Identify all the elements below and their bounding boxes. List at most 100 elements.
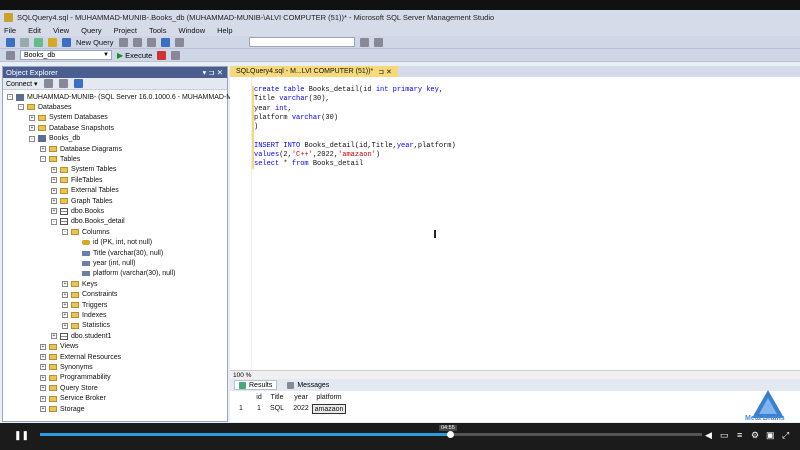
collapse-icon[interactable]: -: [51, 218, 57, 225]
panel-controls[interactable]: ▾ ⊐ ✕: [202, 67, 223, 78]
expand-icon[interactable]: +: [62, 312, 68, 319]
table-cell[interactable]: amazaon: [312, 404, 346, 414]
expand-icon[interactable]: +: [40, 364, 46, 371]
settings-icon[interactable]: ⚙: [751, 430, 759, 441]
expand-icon[interactable]: +: [40, 343, 46, 350]
execute-button[interactable]: ▶ Execute: [117, 51, 152, 60]
cut-icon[interactable]: [118, 37, 128, 47]
menu-file[interactable]: File: [4, 26, 16, 35]
tree-node[interactable]: + Constraints: [62, 290, 117, 300]
column-header[interactable]: id: [252, 393, 266, 403]
collapse-icon[interactable]: -: [7, 94, 13, 100]
forward-icon[interactable]: [20, 37, 29, 47]
paste-icon[interactable]: [146, 37, 156, 47]
redo-icon[interactable]: [174, 37, 184, 47]
expand-icon[interactable]: +: [40, 354, 46, 360]
pip-icon[interactable]: ▣: [766, 430, 775, 441]
search-combo[interactable]: [248, 37, 355, 47]
tree-node[interactable]: + Keys: [62, 279, 98, 289]
volume-icon[interactable]: ◀: [705, 430, 712, 441]
tree-node[interactable]: + Indexes: [62, 310, 107, 320]
table-cell[interactable]: SQL: [269, 404, 285, 414]
expand-icon[interactable]: +: [51, 208, 57, 215]
expand-icon[interactable]: +: [40, 374, 46, 381]
menu-view[interactable]: View: [53, 26, 69, 35]
copy-icon[interactable]: [132, 37, 142, 47]
collapse-icon[interactable]: -: [18, 104, 24, 111]
expand-icon[interactable]: +: [40, 146, 46, 152]
open-icon[interactable]: [48, 37, 57, 47]
expand-icon[interactable]: +: [62, 281, 68, 288]
menu-tools[interactable]: Tools: [149, 26, 167, 35]
table-cell[interactable]: 1: [252, 404, 266, 414]
expand-icon[interactable]: +: [29, 114, 35, 121]
expand-icon[interactable]: +: [51, 187, 57, 194]
video-progress[interactable]: [40, 431, 702, 438]
code-editor[interactable]: create table Books_detail(id int primary…: [230, 77, 800, 367]
tree-node[interactable]: + Views: [40, 342, 79, 352]
menu-edit[interactable]: Edit: [28, 26, 41, 35]
tab-messages[interactable]: Messages: [283, 380, 333, 390]
progress-knob[interactable]: [447, 431, 455, 438]
column-header[interactable]: year: [290, 393, 312, 403]
parse-icon[interactable]: [171, 50, 181, 60]
expand-icon[interactable]: +: [51, 166, 57, 173]
save-icon[interactable]: [62, 37, 71, 47]
tree-node[interactable]: - Books_db: [29, 134, 80, 144]
expand-icon[interactable]: +: [40, 385, 46, 392]
properties-icon[interactable]: [359, 37, 369, 47]
filter-icon[interactable]: [58, 79, 68, 88]
tree-node[interactable]: + FileTables: [51, 175, 103, 185]
tab-sqlquery4[interactable]: SQLQuery4.sql - M...LVI COMPUTER (51))* …: [230, 66, 398, 77]
expand-icon[interactable]: +: [51, 333, 57, 340]
connect-button[interactable]: Connect ▾: [6, 80, 38, 88]
tree-node[interactable]: + System Tables: [51, 165, 116, 175]
tree-node[interactable]: - Databases: [18, 102, 71, 112]
toolbox-icon[interactable]: [373, 37, 383, 47]
tree-node[interactable]: + External Resources: [40, 352, 121, 362]
captions-icon[interactable]: ▭: [720, 430, 729, 441]
expand-icon[interactable]: +: [51, 198, 57, 204]
tree-node[interactable]: + Statistics: [62, 321, 110, 331]
back-icon[interactable]: [6, 37, 15, 47]
close-icon[interactable]: ⊐ ✕: [378, 68, 392, 76]
undo-icon[interactable]: [160, 37, 170, 47]
tree-node[interactable]: + Query Store: [40, 383, 98, 393]
tree-node[interactable]: + System Databases: [29, 113, 108, 123]
tree-node[interactable]: + Triggers: [62, 300, 107, 310]
tree-node[interactable]: year (int, null): [73, 258, 135, 268]
expand-icon[interactable]: +: [51, 177, 57, 184]
column-header[interactable]: Title: [269, 393, 285, 403]
tree-node[interactable]: + dbo.Books: [51, 206, 104, 216]
collapse-icon[interactable]: -: [62, 229, 68, 236]
pause-icon[interactable]: ❚❚: [14, 430, 29, 441]
tree-node[interactable]: platform (varchar(30), null): [73, 269, 175, 279]
expand-icon[interactable]: +: [40, 395, 46, 402]
disconnect-icon[interactable]: [43, 79, 53, 88]
tree-node[interactable]: - MUHAMMAD-MUNIB- (SQL Server 16.0.1000.6…: [7, 92, 232, 102]
fullscreen-icon[interactable]: ⤢: [782, 430, 789, 441]
menu-help[interactable]: Help: [217, 26, 232, 35]
chapters-icon[interactable]: ≡: [737, 430, 742, 440]
column-header[interactable]: platform: [312, 393, 346, 403]
menu-window[interactable]: Window: [178, 26, 205, 35]
tree-node[interactable]: + dbo.student1: [51, 331, 111, 341]
expand-icon[interactable]: +: [62, 302, 68, 308]
refresh-icon[interactable]: [73, 79, 83, 88]
tree-node[interactable]: + External Tables: [51, 186, 119, 196]
menu-project[interactable]: Project: [114, 26, 137, 35]
tab-results[interactable]: Results: [234, 380, 278, 390]
tree-node[interactable]: + Synonyms: [40, 362, 93, 372]
database-select[interactable]: Books_db ▼: [20, 50, 112, 60]
expand-icon[interactable]: +: [62, 322, 68, 329]
tree-node[interactable]: - dbo.Books_detail: [51, 217, 125, 227]
menu-query[interactable]: Query: [81, 26, 101, 35]
stop-icon[interactable]: [157, 50, 167, 60]
new-project-icon[interactable]: [34, 37, 43, 47]
row-number[interactable]: 1: [236, 404, 246, 414]
tree-node[interactable]: - Tables: [40, 154, 80, 164]
expand-icon[interactable]: +: [62, 291, 68, 298]
zoom-level[interactable]: 100 %: [230, 370, 800, 379]
table-cell[interactable]: 2022: [290, 404, 312, 414]
collapse-icon[interactable]: -: [29, 135, 35, 142]
